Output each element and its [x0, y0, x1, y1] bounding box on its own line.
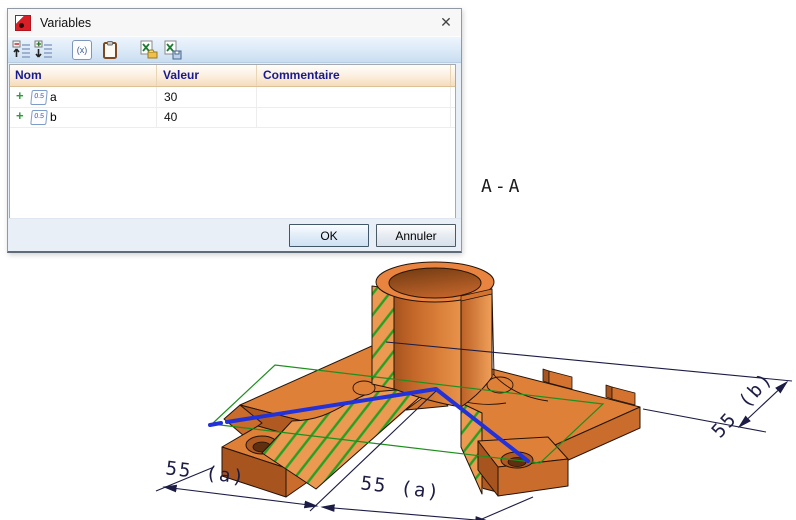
- plate-notch-side: [543, 369, 549, 383]
- column-header-nom[interactable]: Nom: [15, 68, 42, 82]
- column-header-valeur[interactable]: Valeur: [163, 68, 199, 82]
- clipboard-icon[interactable]: [100, 40, 120, 60]
- plate-notch2-side: [606, 385, 612, 399]
- column-header-commentaire[interactable]: Commentaire: [263, 68, 340, 82]
- cell-name[interactable]: b: [50, 110, 57, 124]
- cell-separator: [256, 107, 257, 127]
- move-up-list-icon[interactable]: [12, 40, 32, 60]
- cell-value[interactable]: 40: [164, 110, 177, 124]
- table-row[interactable]: + 0.5 b 40: [10, 107, 455, 128]
- dialog-button-bar: OK Annuler: [8, 218, 461, 251]
- insert-variable-icon[interactable]: (x): [72, 40, 92, 60]
- column-separator: [450, 65, 451, 86]
- excel-export-icon[interactable]: [163, 40, 183, 60]
- table-row[interactable]: + 0.5 a 30: [10, 87, 455, 108]
- cylinder-cut-face-hatched: [372, 286, 394, 389]
- table-header: Nom Valeur Commentaire: [10, 65, 455, 87]
- excel-import-icon[interactable]: [139, 40, 159, 60]
- app-icon: [15, 15, 31, 31]
- screen: { "dialog": { "title": "Variables", "clo…: [0, 0, 796, 520]
- cell-separator: [450, 87, 451, 107]
- variables-table: Nom Valeur Commentaire + 0.5 a 30 + 0.5 …: [9, 64, 456, 219]
- dim3-label: 55 (b): [707, 368, 777, 443]
- variables-dialog: Variables ✕ (x): [7, 8, 462, 253]
- dialog-titlebar[interactable]: Variables ✕: [8, 9, 461, 36]
- cell-value[interactable]: 30: [164, 90, 177, 104]
- close-icon[interactable]: ✕: [431, 9, 461, 36]
- expand-plus-icon[interactable]: +: [16, 110, 28, 122]
- cancel-button[interactable]: Annuler: [376, 224, 456, 247]
- cell-name[interactable]: a: [50, 90, 57, 104]
- cylinder-bore-top: [389, 268, 481, 298]
- real-parameter-icon: 0.5: [30, 110, 48, 125]
- cell-separator: [156, 107, 157, 127]
- ok-button[interactable]: OK: [289, 224, 369, 247]
- column-separator: [156, 65, 157, 86]
- section-view-label: A-A: [481, 176, 523, 197]
- dialog-toolbar: (x): [8, 36, 461, 63]
- real-parameter-icon: 0.5: [30, 90, 48, 105]
- section-line-stub: [210, 423, 221, 425]
- dialog-title: Variables: [40, 16, 91, 30]
- cell-separator: [256, 87, 257, 107]
- expand-plus-icon[interactable]: +: [16, 90, 28, 102]
- cell-separator: [156, 87, 157, 107]
- cell-separator: [450, 107, 451, 127]
- column-separator: [256, 65, 257, 86]
- move-down-list-icon[interactable]: [34, 40, 54, 60]
